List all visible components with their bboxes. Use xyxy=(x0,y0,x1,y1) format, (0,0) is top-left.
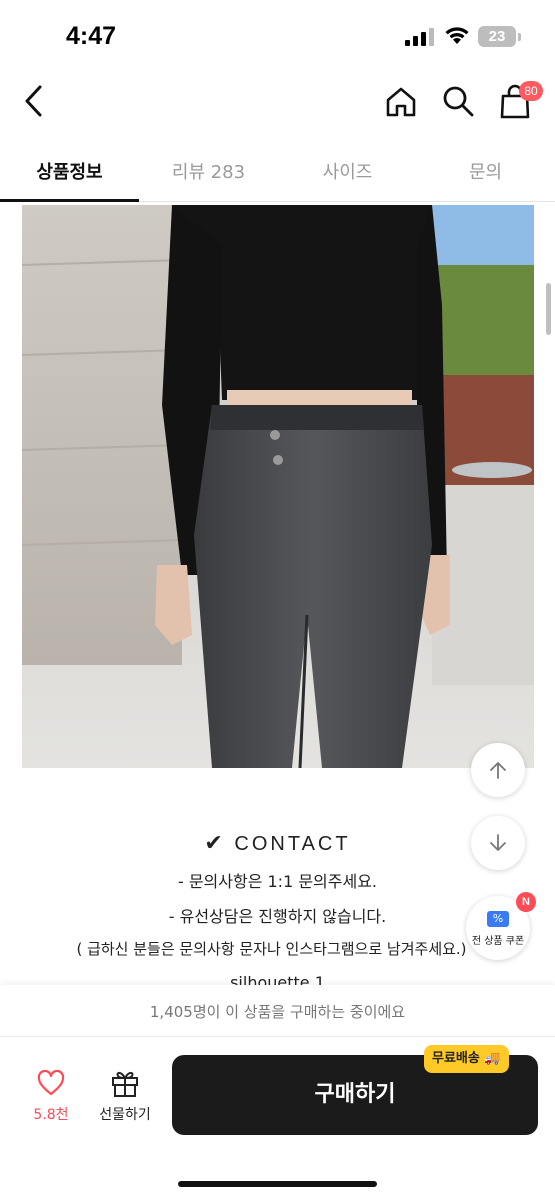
scroll-up-button[interactable] xyxy=(471,743,525,797)
home-indicator[interactable] xyxy=(178,1181,377,1187)
status-bar: 4:47 23 xyxy=(0,0,555,70)
app-header: 80 xyxy=(0,70,555,135)
arrow-up-icon xyxy=(490,762,506,779)
tab-reviews[interactable]: 리뷰 283 xyxy=(139,158,278,184)
gift-label: 선물하기 xyxy=(99,1107,151,1123)
like-count: 5.8천 xyxy=(33,1107,69,1123)
gift-icon xyxy=(112,1071,138,1097)
contact-title: CONTACT xyxy=(234,833,351,855)
heart-icon xyxy=(37,1069,65,1096)
contact-heading: ✔ CONTACT xyxy=(0,830,555,856)
description-line: - 문의사항은 1:1 문의주세요. xyxy=(177,872,378,891)
tab-inquiry[interactable]: 문의 xyxy=(416,158,555,184)
battery-tip xyxy=(518,33,521,41)
page-scrollbar[interactable] xyxy=(546,283,551,335)
coupon-ticket-icon: % xyxy=(487,911,509,927)
coupon-new-badge: N xyxy=(516,892,536,912)
product-tabs: 상품정보 리뷰 283 사이즈 문의 xyxy=(0,140,555,202)
search-icon[interactable] xyxy=(441,84,475,118)
check-icon: ✔ xyxy=(204,830,226,855)
wifi-icon xyxy=(445,27,469,44)
battery-level: 23 xyxy=(478,26,516,47)
free-shipping-badge: 무료배송 🚚 xyxy=(424,1045,509,1073)
like-button[interactable]: 5.8천 xyxy=(22,1069,80,1130)
cellular-signal-icon xyxy=(405,28,434,46)
back-icon[interactable] xyxy=(20,84,50,118)
buying-now-notice: 1,405명이 이 상품을 구매하는 중이에요 xyxy=(0,985,555,1037)
active-tab-indicator xyxy=(0,199,139,202)
home-icon[interactable] xyxy=(384,85,418,119)
product-photo xyxy=(22,205,534,768)
purchase-bar: 1,405명이 이 상품을 구매하는 중이에요 5.8천 선물하기 구매하기 무… xyxy=(0,985,555,1200)
tab-size[interactable]: 사이즈 xyxy=(278,158,417,184)
status-time: 4:47 xyxy=(66,22,117,50)
coupon-label: 전 상품 쿠폰 xyxy=(471,936,525,947)
cart-count-badge: 80 xyxy=(519,81,543,101)
gift-button[interactable]: 선물하기 xyxy=(92,1068,158,1130)
tab-product-info[interactable]: 상품정보 xyxy=(0,158,139,184)
